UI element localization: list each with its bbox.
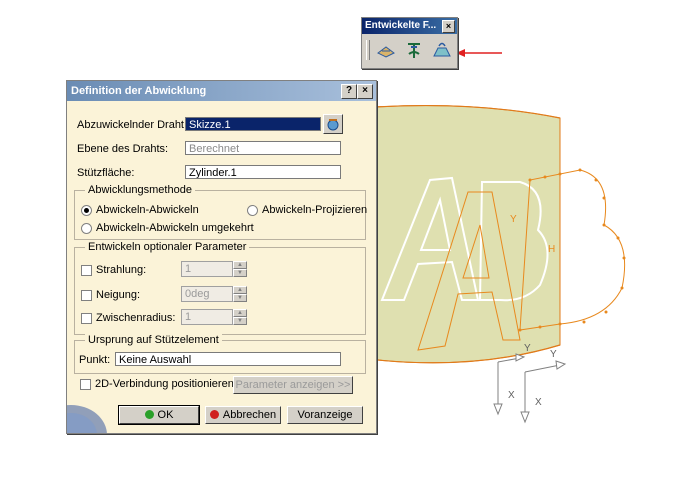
radius-checkbox[interactable] (81, 313, 92, 324)
inclination-value[interactable]: 0deg (181, 286, 233, 302)
axis-label-h: H (548, 244, 555, 255)
wire-field[interactable]: Skizze.1 (185, 117, 321, 131)
axis-triad-left (493, 353, 526, 416)
wire-label: Abzuwickelnder Draht: (77, 119, 188, 131)
plane-field[interactable]: Berechnet (185, 141, 341, 155)
axis-label-y-curve: Y (510, 214, 517, 225)
support-label: Stützfläche: (77, 167, 135, 179)
radio-develop-develop[interactable] (81, 205, 92, 216)
position-2d-label: 2D-Verbindung positionieren (95, 378, 234, 390)
radius-label: Zwischenradius: (96, 312, 176, 324)
position-2d-checkbox[interactable] (80, 379, 91, 390)
transfer-icon[interactable] (430, 38, 454, 62)
dialog-title[interactable]: Definition der Abwicklung (67, 81, 376, 101)
method-group: Abwicklungsmethode Abwickeln-Abwickeln A… (74, 184, 367, 240)
axis-label-x-right: X (535, 397, 542, 408)
develop-icon[interactable] (402, 38, 426, 62)
radio-develop-project[interactable] (247, 205, 258, 216)
axis-label-y-left: Y (524, 343, 531, 354)
option-develop-project[interactable]: Abwickeln-Projizieren (262, 204, 367, 216)
radiation-value[interactable]: 1 (181, 261, 233, 277)
callout-arrow (456, 49, 502, 57)
radiation-checkbox[interactable] (81, 265, 92, 276)
developed-shapes-toolbar[interactable]: Entwickelte F... × (361, 17, 458, 69)
help-button[interactable]: ? (341, 84, 357, 99)
spin-up-icon[interactable]: ▲ (233, 309, 247, 317)
unfold-icon[interactable] (374, 38, 398, 62)
spin-down-icon[interactable]: ▼ (233, 294, 247, 302)
dialog-close-button[interactable]: × (357, 84, 373, 99)
axis-label-x-left: X (508, 390, 515, 401)
optional-parameters-group: Entwickeln optionaler Parameter Strahlun… (74, 241, 366, 335)
cancel-label: Abbrechen (222, 409, 277, 421)
spin-up-icon[interactable]: ▲ (233, 286, 247, 294)
show-parameters-button[interactable]: Parameter anzeigen >> (233, 376, 353, 394)
ok-label: OK (157, 409, 174, 421)
sketch-edit-button[interactable] (323, 114, 343, 134)
radio-develop-inverse[interactable] (81, 223, 92, 234)
ok-icon (144, 410, 154, 419)
plane-label: Ebene des Drahts: (77, 143, 169, 155)
globe-icon (67, 405, 107, 433)
ok-button[interactable]: OK (118, 405, 200, 425)
toolbar-close-button[interactable]: × (442, 20, 455, 33)
origin-group: Ursprung auf Stützelement Punkt: Keine A… (74, 334, 366, 374)
inclination-checkbox[interactable] (81, 290, 92, 301)
option-develop-inverse[interactable]: Abwickeln-Abwickeln umgekehrt (96, 222, 254, 234)
origin-group-title: Ursprung auf Stützelement (85, 334, 222, 346)
sketch-edit-icon (327, 119, 339, 131)
cancel-button[interactable]: Abbrechen (205, 406, 281, 424)
axis-label-y-right: Y (550, 349, 557, 360)
method-group-title: Abwicklungsmethode (85, 184, 195, 196)
spin-down-icon[interactable]: ▼ (233, 269, 247, 277)
point-field[interactable]: Keine Auswahl (115, 352, 341, 366)
preview-button[interactable]: Voranzeige (287, 406, 363, 424)
option-develop-develop[interactable]: Abwickeln-Abwickeln (96, 204, 199, 216)
cylinder-surface (359, 105, 561, 364)
optional-group-title: Entwickeln optionaler Parameter (85, 241, 250, 253)
toolbar-grip[interactable] (366, 40, 370, 60)
radius-value[interactable]: 1 (181, 309, 233, 325)
inclination-label: Neigung: (96, 289, 141, 301)
radiation-label: Strahlung: (96, 264, 147, 276)
spin-down-icon[interactable]: ▼ (233, 317, 247, 325)
spin-up-icon[interactable]: ▲ (233, 261, 247, 269)
point-label: Punkt: (79, 354, 111, 366)
cancel-icon (209, 410, 219, 419)
axis-triad-right (520, 360, 567, 424)
development-definition-dialog: Definition der Abwicklung ? × Abzuwickel… (66, 80, 377, 434)
support-field[interactable]: Zylinder.1 (185, 165, 341, 179)
